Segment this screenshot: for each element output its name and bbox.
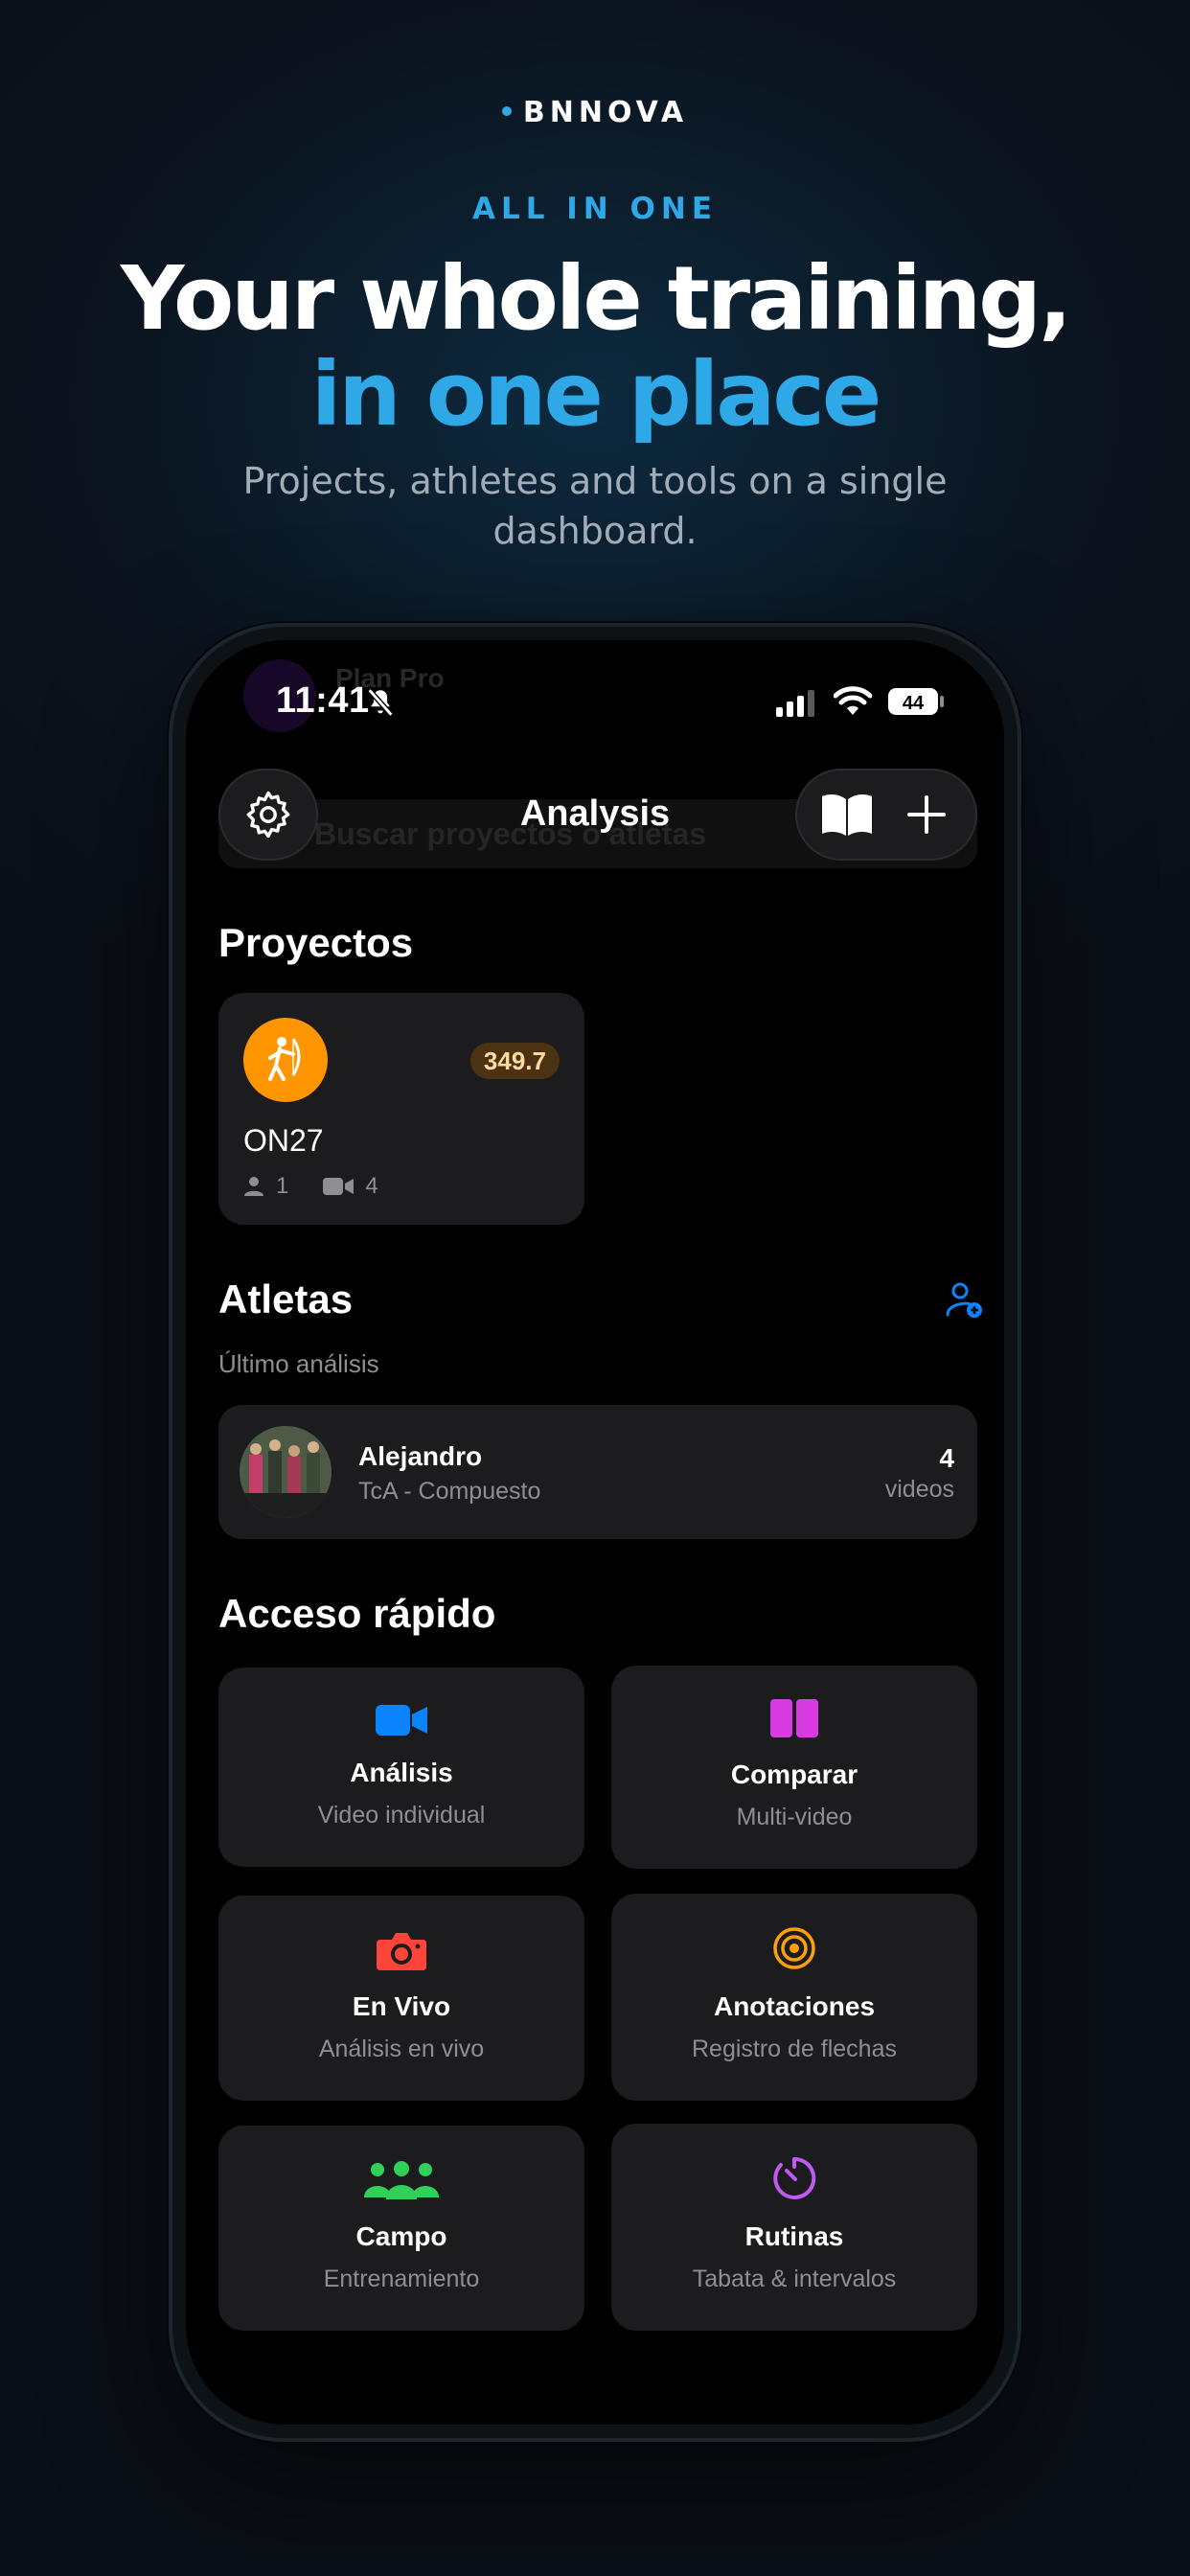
tile-comparar[interactable]: Comparar Multi-video	[611, 1666, 977, 1869]
athlete-avatar	[240, 1426, 332, 1518]
tile-subtitle: Multi-video	[736, 1804, 853, 1830]
tile-subtitle: Análisis en vivo	[318, 2036, 485, 2062]
phone-screen: Plan Pro Buscar proyectos o atletas 11:4…	[186, 640, 1004, 2425]
tile-subtitle: Tabata & intervalos	[692, 2266, 897, 2292]
plus-icon	[906, 795, 946, 834]
status-bar: 11:41 44	[186, 678, 1004, 736]
project-icon	[243, 1018, 328, 1102]
project-name: ON27	[243, 1123, 324, 1158]
guide-button[interactable]	[809, 776, 885, 853]
athlete-video-unit: videos	[884, 1476, 954, 1503]
subhead: Projects, athletes and tools on a single…	[242, 460, 948, 552]
tile-title: En Vivo	[352, 1991, 451, 2021]
athletes-section-title: Atletas	[218, 1276, 354, 1322]
project-card[interactable]: 349.7 ON27 1 4	[218, 993, 584, 1225]
tile-title: Comparar	[730, 1760, 858, 1789]
tile-title: Rutinas	[744, 2221, 844, 2251]
projects-section-title: Proyectos	[218, 920, 414, 965]
archer-icon	[268, 1037, 301, 1081]
headline-line-2: in one place	[310, 343, 882, 446]
video-icon	[323, 1178, 355, 1195]
tile-subtitle: Entrenamiento	[323, 2266, 480, 2292]
group-icon	[364, 2161, 439, 2199]
battery-level: 44	[903, 693, 925, 714]
athlete-detail: TcA - Compuesto	[358, 1478, 541, 1505]
tile-campo[interactable]: Campo Entrenamiento	[218, 2126, 584, 2331]
tile-en-vivo[interactable]: En Vivo Análisis en vivo	[218, 1896, 584, 2101]
timer-icon	[773, 2156, 816, 2199]
project-meta: 1 4	[243, 1173, 378, 1200]
nav-actions	[795, 769, 977, 861]
tile-title: Análisis	[350, 1758, 453, 1787]
add-athlete-icon[interactable]	[945, 1280, 983, 1319]
tile-anotaciones[interactable]: Anotaciones Registro de flechas	[611, 1894, 977, 2101]
eyebrow-label: ALL IN ONE	[471, 192, 719, 226]
gear-icon	[246, 791, 290, 839]
split-panels-icon	[770, 1699, 818, 1737]
phone-frame: Plan Pro Buscar proyectos o atletas 11:4…	[169, 623, 1021, 2442]
cellular-signal-icon	[776, 690, 814, 717]
project-score-badge: 349.7	[469, 1043, 560, 1079]
status-time: 11:41	[276, 680, 370, 721]
book-icon	[821, 794, 872, 836]
person-icon	[244, 1177, 263, 1196]
quick-access-section-title: Acceso rápido	[218, 1591, 496, 1636]
wifi-icon	[834, 686, 872, 715]
project-video-count: 4	[365, 1173, 378, 1199]
settings-button[interactable]	[218, 769, 318, 861]
tile-title: Anotaciones	[713, 1991, 876, 2021]
brand-text: BNNOVA	[522, 96, 689, 129]
bell-slash-icon	[367, 688, 394, 717]
athlete-row[interactable]: Alejandro TcA - Compuesto 4 videos	[218, 1405, 977, 1539]
video-camera-icon	[376, 1705, 427, 1736]
add-button[interactable]	[888, 776, 965, 853]
headline-line-1: Your whole training,	[120, 247, 1072, 350]
athlete-name: Alejandro	[358, 1441, 483, 1471]
project-athlete-count: 1	[276, 1173, 289, 1199]
tile-title: Campo	[355, 2221, 447, 2251]
headline: Your whole training, in one place	[0, 251, 1190, 443]
athletes-subtitle: Último análisis	[218, 1349, 379, 1378]
brand-dot	[501, 105, 512, 116]
tile-analisis[interactable]: Análisis Video individual	[218, 1668, 584, 1867]
athlete-video-count: 4	[939, 1443, 954, 1473]
battery-icon: 44	[887, 686, 945, 717]
brand-name: BNNOVA	[0, 96, 1190, 129]
nav-bar: Analysis	[186, 765, 1004, 861]
target-icon	[773, 1927, 815, 1969]
camera-icon	[377, 1933, 426, 1970]
tile-rutinas[interactable]: Rutinas Tabata & intervalos	[611, 2124, 977, 2331]
tile-subtitle: Video individual	[317, 1802, 486, 1828]
tile-subtitle: Registro de flechas	[691, 2036, 897, 2062]
